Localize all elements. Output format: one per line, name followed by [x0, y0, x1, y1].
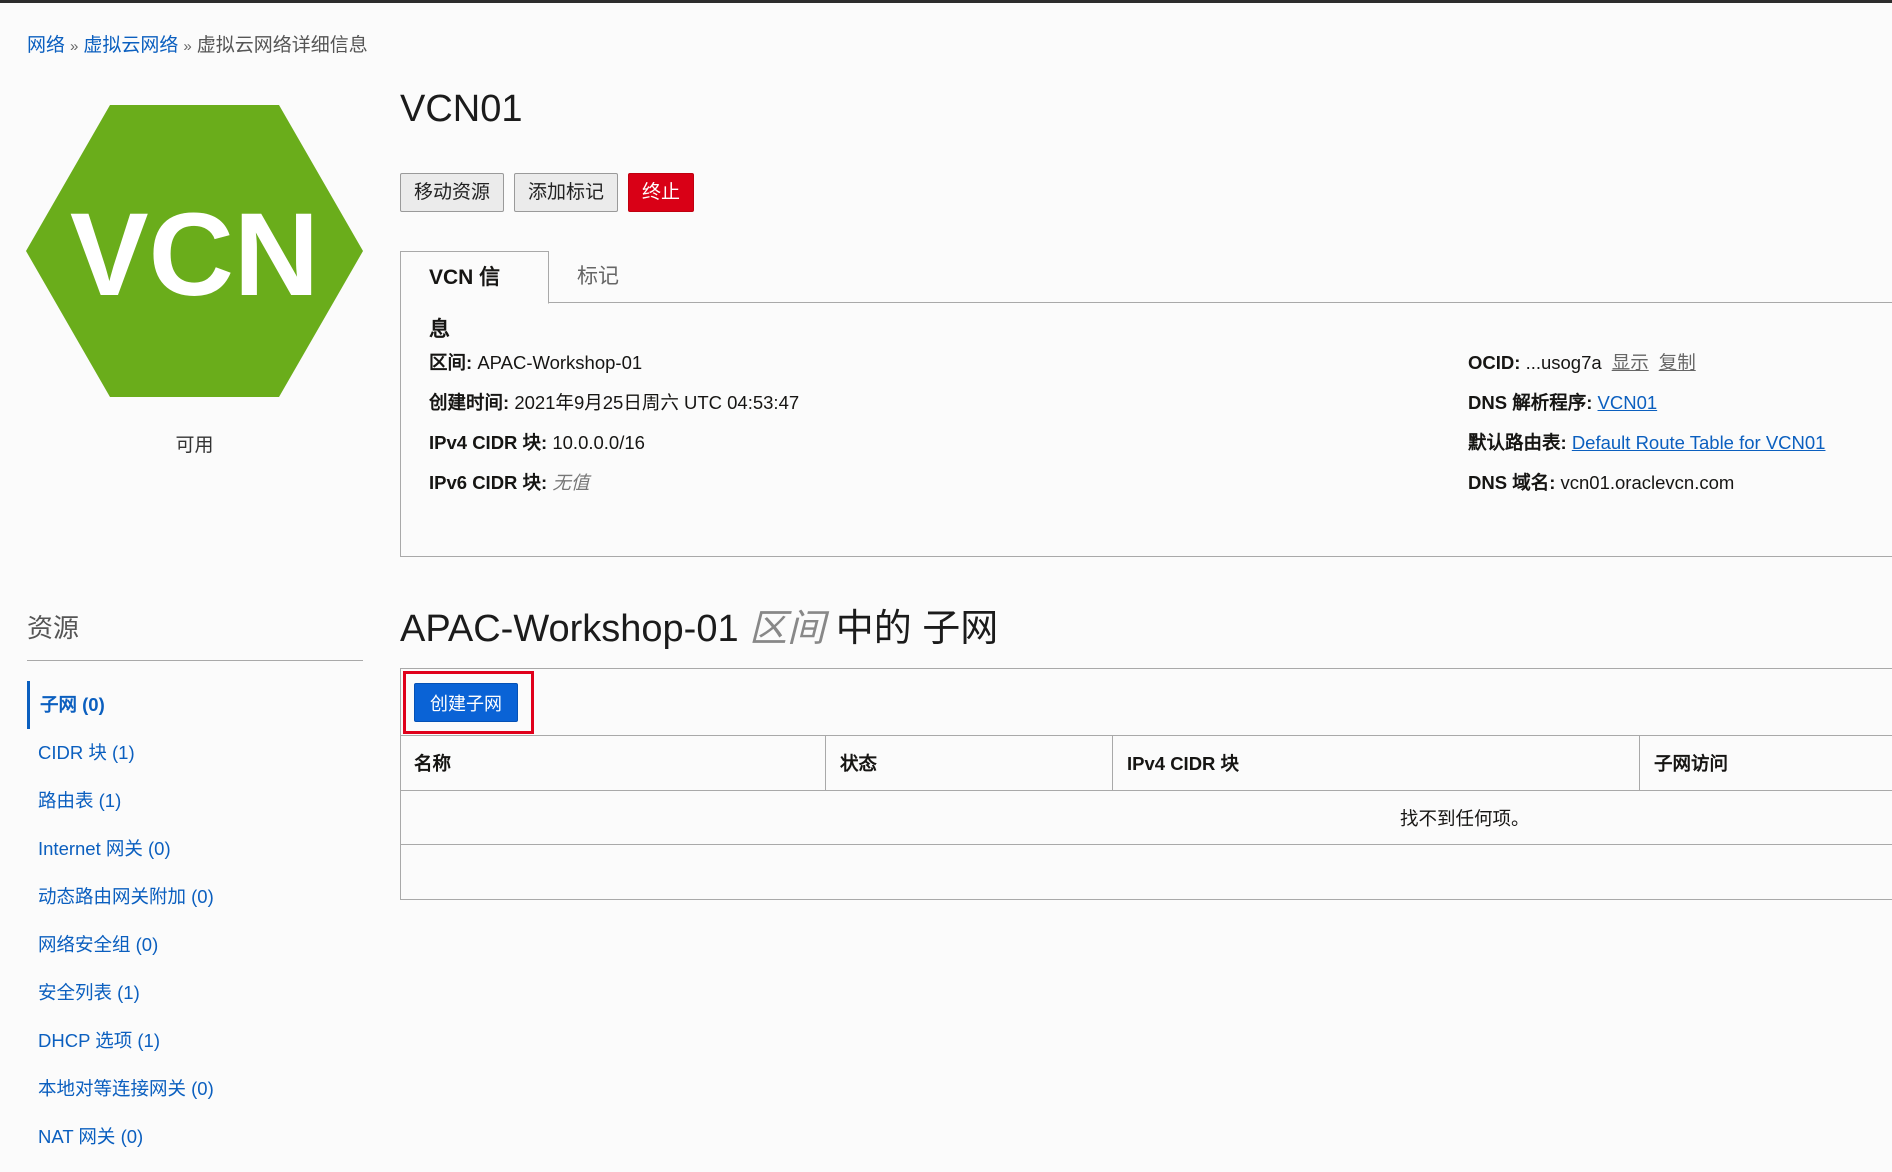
resources-heading: 资源	[27, 613, 80, 643]
tab-bar: VCN 信息 标记	[400, 251, 1892, 341]
info-label: OCID:	[1468, 352, 1521, 373]
sidebar-divider	[27, 660, 363, 661]
sidebar-item-local-peering-gateways[interactable]: 本地对等连接网关 (0)	[27, 1065, 363, 1113]
action-bar: 移动资源 添加标记 终止	[400, 173, 695, 212]
breadcrumb-separator: »	[70, 38, 79, 55]
sidebar-item-nat-gateways[interactable]: NAT 网关 (0)	[27, 1113, 363, 1161]
page-title: VCN01	[400, 88, 523, 130]
vcn-hexagon-icon: VCN	[26, 105, 363, 397]
resources-menu: 子网 (0) CIDR 块 (1) 路由表 (1) Internet 网关 (0…	[27, 681, 363, 1161]
info-value: 无值	[552, 472, 590, 493]
empty-message: 找不到任何项。	[1400, 808, 1530, 829]
info-ocid: OCID: ...usog7a 显示 复制	[1468, 350, 1825, 390]
route-table-link[interactable]: Default Route Table for VCN01	[1572, 432, 1826, 453]
sidebar-item-subnets[interactable]: 子网 (0)	[27, 681, 363, 729]
status-label: 可用	[175, 435, 214, 456]
info-label: IPv4 CIDR 块:	[429, 432, 548, 453]
section-scope-label: 区间	[749, 608, 826, 650]
info-label: IPv6 CIDR 块:	[429, 472, 548, 493]
info-created: 创建时间: 2021年9月25日周六 UTC 04:53:47	[429, 390, 799, 430]
info-value: 2021年9月25日周六 UTC 04:53:47	[514, 392, 800, 413]
create-subnet-button[interactable]: 创建子网	[414, 683, 518, 722]
info-value: APAC-Workshop-01	[477, 352, 643, 373]
ocid-show-link[interactable]: 显示	[1612, 352, 1649, 373]
column-header-state[interactable]: 状态	[826, 736, 1113, 791]
info-route-table: 默认路由表: Default Route Table for VCN01	[1468, 430, 1825, 470]
vcn-info-panel: 区间: APAC-Workshop-01 创建时间: 2021年9月25日周六 …	[400, 302, 1892, 557]
sidebar-item-internet-gateways[interactable]: Internet 网关 (0)	[27, 825, 363, 873]
subnets-section-title: APAC-Workshop-01 区间 中的 子网	[400, 597, 998, 652]
sidebar-item-route-tables[interactable]: 路由表 (1)	[27, 777, 363, 825]
ocid-value: ...usog7a	[1525, 352, 1602, 373]
sidebar-item-drg-attachments[interactable]: 动态路由网关附加 (0)	[27, 873, 363, 921]
tab-vcn-info[interactable]: VCN 信息	[400, 251, 549, 341]
top-border	[0, 0, 1892, 3]
sidebar-item-cidr-blocks[interactable]: CIDR 块 (1)	[27, 729, 363, 777]
section-title-suffix: 中的 子网	[835, 608, 999, 650]
column-header-subnet-access[interactable]: 子网访问	[1640, 736, 1892, 791]
sidebar-item-security-lists[interactable]: 安全列表 (1)	[27, 969, 363, 1017]
column-header-name[interactable]: 名称	[400, 736, 826, 791]
info-dns-domain: DNS 域名: vcn01.oraclevcn.com	[1468, 470, 1825, 510]
breadcrumb-vcn[interactable]: 虚拟云网络	[83, 35, 178, 56]
add-tag-button[interactable]: 添加标记	[514, 173, 619, 212]
column-header-ipv4-cidr[interactable]: IPv4 CIDR 块	[1113, 736, 1640, 791]
breadcrumb-networking[interactable]: 网络	[27, 35, 65, 56]
info-label: DNS 域名:	[1468, 472, 1556, 493]
info-value: 10.0.0.0/16	[552, 432, 645, 453]
terminate-button[interactable]: 终止	[628, 173, 695, 212]
breadcrumb: 网络» 虚拟云网络» 虚拟云网络详细信息	[27, 30, 368, 57]
ocid-copy-link[interactable]: 复制	[1659, 352, 1696, 373]
info-label: DNS 解析程序:	[1468, 392, 1593, 413]
info-right-column: OCID: ...usog7a 显示 复制 DNS 解析程序: VCN01 默认路由…	[1468, 350, 1825, 510]
tab-tags[interactable]: 标记	[549, 251, 647, 304]
info-label: 区间:	[429, 352, 473, 373]
breadcrumb-current: 虚拟云网络详细信息	[196, 35, 368, 56]
move-resource-button[interactable]: 移动资源	[400, 173, 505, 212]
sidebar-item-network-security-groups[interactable]: 网络安全组 (0)	[27, 921, 363, 969]
subnets-table-header: 名称 状态 IPv4 CIDR 块 子网访问	[400, 735, 1892, 791]
info-value: vcn01.oraclevcn.com	[1560, 472, 1735, 493]
info-compartment: 区间: APAC-Workshop-01	[429, 350, 799, 390]
info-ipv4-cidr: IPv4 CIDR 块: 10.0.0.0/16	[429, 430, 799, 470]
breadcrumb-separator: »	[183, 38, 192, 55]
info-ipv6-cidr: IPv6 CIDR 块: 无值	[429, 470, 799, 510]
info-label: 默认路由表:	[1468, 432, 1567, 453]
info-dns-resolver: DNS 解析程序: VCN01	[1468, 390, 1825, 430]
vcn-icon-text: VCN	[70, 189, 319, 321]
table-empty-row: 找不到任何项。	[400, 791, 1892, 845]
sidebar-item-dhcp-options[interactable]: DHCP 选项 (1)	[27, 1017, 363, 1065]
info-left-column: 区间: APAC-Workshop-01 创建时间: 2021年9月25日周六 …	[429, 350, 799, 510]
info-label: 创建时间:	[429, 392, 510, 413]
dns-resolver-link[interactable]: VCN01	[1598, 392, 1658, 413]
section-compartment-name: APAC-Workshop-01	[400, 608, 739, 650]
